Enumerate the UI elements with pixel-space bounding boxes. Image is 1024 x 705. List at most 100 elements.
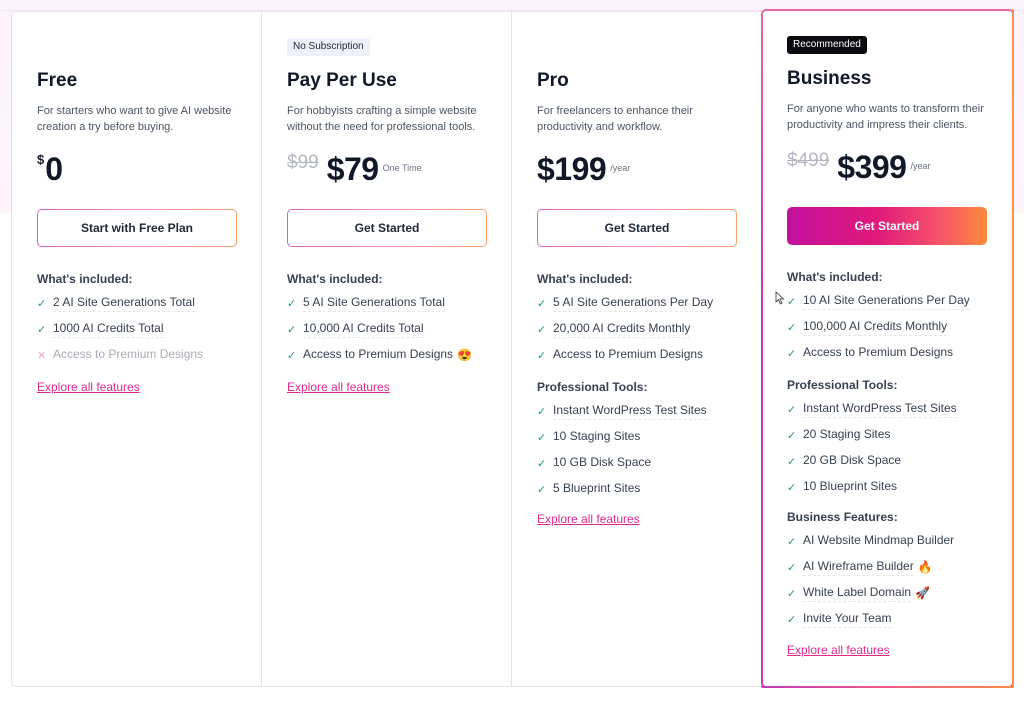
- feature-text: Access to Premium Designs: [553, 346, 704, 361]
- plan-name: Pay Per Use: [287, 70, 397, 91]
- feature-text[interactable]: 10,000 AI Credits Total: [303, 321, 424, 338]
- check-icon: ✓: [537, 483, 547, 496]
- section-title: What's included:: [537, 272, 633, 286]
- rocket-emoji-icon: 🚀: [915, 586, 931, 600]
- explore-features-link[interactable]: Explore all features: [537, 512, 640, 526]
- plan-card-pay-per-use: No Subscription Pay Per Use For hobbyist…: [261, 11, 511, 687]
- plan-card-free: Free For starters who want to give AI we…: [11, 11, 261, 687]
- feature-text: Access to Premium Designs: [803, 344, 954, 359]
- explore-features-link[interactable]: Explore all features: [287, 380, 390, 394]
- fire-emoji-icon: 🔥: [917, 560, 933, 574]
- plan-description: For hobbyists crafting a simple website …: [287, 105, 477, 133]
- feature-item: ✓ 5 AI Site Generations Per Day: [537, 290, 747, 316]
- feature-text[interactable]: Invite Your Team: [803, 611, 892, 628]
- check-icon: ✓: [787, 481, 797, 494]
- feature-text[interactable]: AI Wireframe Builder: [803, 559, 914, 576]
- check-icon: ✓: [537, 431, 547, 444]
- plan-card-business: Recommended Business For anyone who want…: [761, 9, 1014, 688]
- price: $199: [537, 151, 607, 187]
- features-section: What's included: ✓ 2 AI Site Generations…: [37, 272, 247, 368]
- check-icon: ✓: [787, 321, 797, 334]
- plan-description: For starters who want to give AI website…: [37, 105, 232, 133]
- feature-item: ✓ AI Website Mindmap Builder: [787, 528, 997, 554]
- check-icon: ✓: [787, 295, 797, 308]
- get-started-button[interactable]: Get Started: [287, 209, 487, 247]
- feature-item: ✓ Access to Premium Designs: [537, 342, 747, 368]
- feature-text[interactable]: 100,000 AI Credits Monthly: [803, 319, 948, 336]
- check-icon: ✓: [787, 613, 797, 626]
- feature-item: ✓ 20,000 AI Credits Monthly: [537, 316, 747, 342]
- price-row: $499 $399 /year: [787, 150, 930, 184]
- feature-item: ✓ 10,000 AI Credits Total: [287, 316, 497, 342]
- section-title: Professional Tools:: [787, 378, 898, 392]
- feature-item: ✓ 10 AI Site Generations Per Day: [787, 288, 997, 314]
- price: $79: [326, 151, 379, 187]
- feature-text[interactable]: 1000 AI Credits Total: [53, 321, 164, 338]
- check-icon: ✓: [37, 297, 47, 310]
- plan-name: Pro: [537, 70, 569, 91]
- check-icon: ✓: [287, 323, 297, 336]
- explore-features-link[interactable]: Explore all features: [787, 643, 890, 657]
- feature-text: 5 Blueprint Sites: [553, 480, 641, 495]
- original-price: $499: [787, 150, 830, 171]
- feature-item: ✓ 1000 AI Credits Total: [37, 316, 247, 342]
- section-title: What's included:: [787, 270, 883, 284]
- pricing-grid: Free For starters who want to give AI we…: [11, 9, 1014, 688]
- feature-item: ✓ 20 GB Disk Space: [787, 448, 997, 474]
- check-icon: ✓: [787, 535, 797, 548]
- feature-item: ✓ White Label Domain 🚀: [787, 580, 997, 606]
- feature-item: ✓ 5 AI Site Generations Total: [287, 290, 497, 316]
- feature-item: ✓ 10 Blueprint Sites: [787, 474, 997, 500]
- feature-item: ✓ Instant WordPress Test Sites: [537, 398, 747, 424]
- price-unit: One Time: [382, 163, 422, 173]
- feature-text[interactable]: 5 AI Site Generations Total: [303, 295, 445, 312]
- feature-text: 20 Staging Sites: [803, 426, 891, 441]
- check-icon: ✓: [537, 405, 547, 418]
- check-icon: ✓: [537, 457, 547, 470]
- feature-item: ✓ 5 Blueprint Sites: [537, 476, 747, 502]
- feature-item: ✓ Access to Premium Designs 😍: [287, 342, 497, 368]
- plan-description: For freelancers to enhance their product…: [537, 105, 693, 133]
- check-icon: ✓: [787, 429, 797, 442]
- cross-icon: ✕: [37, 349, 47, 362]
- price: $399: [837, 149, 907, 185]
- check-icon: ✓: [287, 349, 297, 362]
- feature-item: ✓ 100,000 AI Credits Monthly: [787, 314, 997, 340]
- professional-tools-section: Professional Tools: ✓ Instant WordPress …: [787, 378, 997, 500]
- check-icon: ✓: [537, 323, 547, 336]
- section-title: Professional Tools:: [537, 380, 648, 394]
- feature-item: ✓ Invite Your Team: [787, 606, 997, 632]
- start-free-plan-button[interactable]: Start with Free Plan: [37, 209, 237, 247]
- feature-item: ✓ 10 Staging Sites: [537, 424, 747, 450]
- get-started-button[interactable]: Get Started: [537, 209, 737, 247]
- feature-item: ✓ Instant WordPress Test Sites: [787, 396, 997, 422]
- check-icon: ✓: [37, 323, 47, 336]
- original-price: $99: [287, 152, 319, 173]
- heart-eyes-emoji-icon: 😍: [457, 348, 472, 362]
- feature-text[interactable]: Instant WordPress Test Sites: [553, 403, 707, 420]
- feature-text: AI Website Mindmap Builder: [803, 532, 955, 547]
- feature-text[interactable]: 10 AI Site Generations Per Day: [803, 293, 970, 310]
- plan-name: Business: [787, 68, 872, 89]
- plan-card-pro: Pro For freelancers to enhance their pro…: [511, 11, 761, 687]
- no-subscription-badge: No Subscription: [287, 38, 370, 56]
- business-features-section: Business Features: ✓ AI Website Mindmap …: [787, 510, 997, 632]
- feature-text[interactable]: Instant WordPress Test Sites: [803, 401, 957, 418]
- price-row: $199 /year: [537, 152, 630, 186]
- explore-features-link[interactable]: Explore all features: [37, 380, 140, 394]
- feature-text: 10 Staging Sites: [553, 428, 641, 443]
- professional-tools-section: Professional Tools: ✓ Instant WordPress …: [537, 380, 747, 502]
- get-started-button[interactable]: Get Started: [787, 207, 987, 245]
- feature-text[interactable]: 5 AI Site Generations Per Day: [553, 295, 714, 312]
- currency-symbol: $: [37, 152, 45, 167]
- feature-text[interactable]: White Label Domain: [803, 585, 912, 602]
- check-icon: ✓: [787, 403, 797, 416]
- feature-text[interactable]: 2 AI Site Generations Total: [53, 295, 195, 312]
- price-unit: /year: [610, 163, 631, 173]
- feature-text[interactable]: 20,000 AI Credits Monthly: [553, 321, 691, 338]
- feature-item: ✓ 2 AI Site Generations Total: [37, 290, 247, 316]
- check-icon: ✓: [787, 587, 797, 600]
- feature-text: Access to Premium Designs: [303, 346, 454, 361]
- feature-item: ✓ Access to Premium Designs: [787, 340, 997, 366]
- price-row: $ 0: [37, 152, 63, 186]
